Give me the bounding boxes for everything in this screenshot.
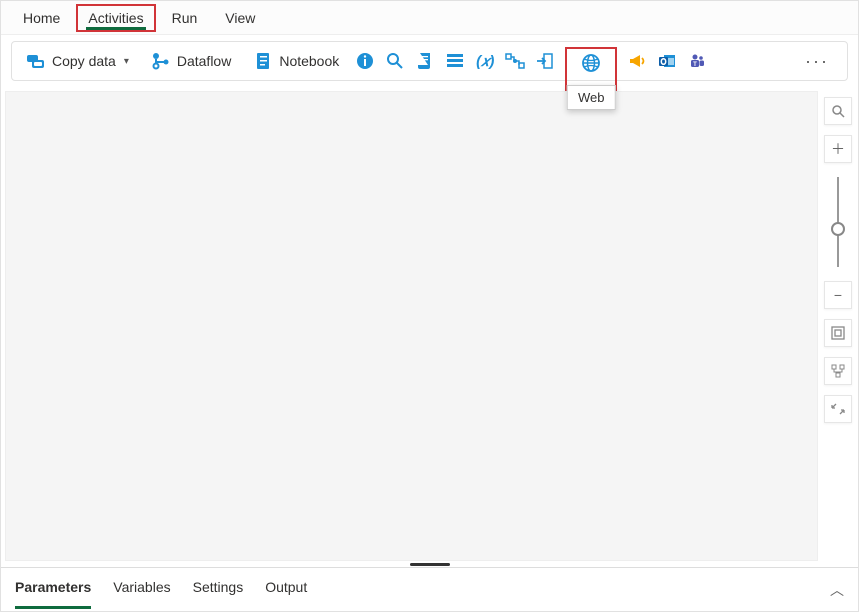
tab-settings[interactable]: Settings <box>193 579 244 601</box>
activities-toolbar: Copy data ▾ Dataflow Notebook (𝑥) <box>11 41 848 81</box>
web-button-highlight: Web <box>565 47 617 105</box>
notebook-label: Notebook <box>279 53 339 69</box>
copy-data-label: Copy data <box>52 53 116 69</box>
main-area: ＋ − <box>1 87 858 561</box>
zoom-slider-knob[interactable] <box>831 222 845 236</box>
megaphone-icon[interactable] <box>627 51 647 71</box>
variable-icon[interactable]: (𝑥) <box>475 51 495 71</box>
tab-variables[interactable]: Variables <box>113 579 170 601</box>
script-icon[interactable] <box>415 51 435 71</box>
tab-parameters[interactable]: Parameters <box>15 579 91 601</box>
dataflow-button[interactable]: Dataflow <box>145 47 237 75</box>
notebook-icon <box>253 51 273 71</box>
web-icon[interactable] <box>581 53 601 73</box>
chevron-down-icon: ▾ <box>124 56 129 67</box>
teams-icon[interactable]: T <box>687 51 707 71</box>
collapse-button[interactable] <box>824 395 852 423</box>
tab-activities[interactable]: Activities <box>76 4 155 32</box>
tab-home[interactable]: Home <box>11 4 72 32</box>
search-icon[interactable] <box>385 51 405 71</box>
move-in-icon[interactable] <box>535 51 555 71</box>
canvas-search-button[interactable] <box>824 97 852 125</box>
zoom-in-button[interactable]: ＋ <box>824 135 852 163</box>
dataflow-label: Dataflow <box>177 53 231 69</box>
svg-text:T: T <box>693 62 697 68</box>
panel-collapse-caret[interactable]: ︿ <box>830 580 844 600</box>
auto-align-button[interactable] <box>824 357 852 385</box>
copy-data-icon <box>26 51 46 71</box>
top-tabs: Home Activities Run View <box>1 1 858 35</box>
zoom-out-button[interactable]: − <box>824 281 852 309</box>
info-icon[interactable] <box>355 51 375 71</box>
notebook-button[interactable]: Notebook <box>247 47 345 75</box>
zoom-slider[interactable] <box>837 177 839 267</box>
canvas-side-controls: ＋ − <box>818 87 858 561</box>
bottom-panel: Parameters Variables Settings Output ︿ <box>1 567 858 611</box>
pipeline-icon[interactable] <box>505 51 525 71</box>
more-button[interactable]: ··· <box>805 51 839 72</box>
pipeline-canvas[interactable] <box>5 91 818 561</box>
list-icon[interactable] <box>445 51 465 71</box>
outlook-icon[interactable] <box>657 51 677 71</box>
tab-output[interactable]: Output <box>265 579 307 601</box>
copy-data-button[interactable]: Copy data ▾ <box>20 47 135 75</box>
tab-run[interactable]: Run <box>160 4 210 32</box>
dataflow-icon <box>151 51 171 71</box>
fit-screen-button[interactable] <box>824 319 852 347</box>
tab-view[interactable]: View <box>213 4 267 32</box>
web-tooltip: Web <box>567 85 616 110</box>
